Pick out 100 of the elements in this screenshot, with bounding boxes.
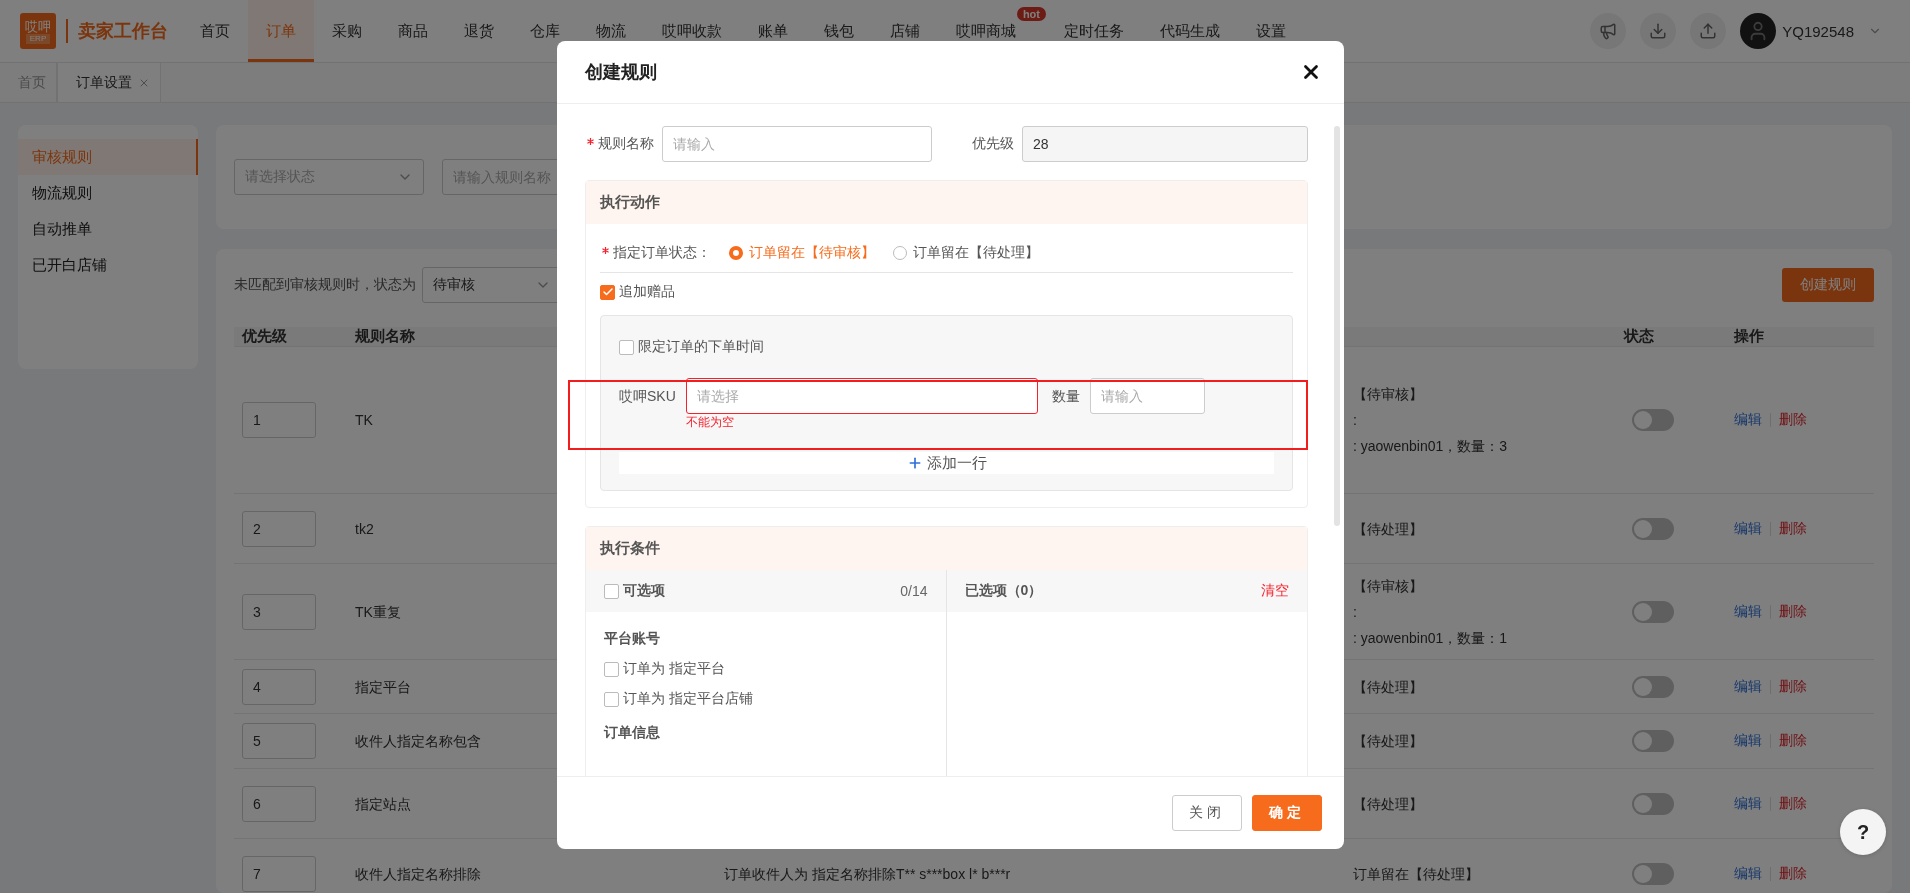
radio-option[interactable]: 订单留在【待处理】 <box>893 244 1039 262</box>
rule-name-field[interactable]: 请输入 <box>662 126 932 162</box>
table-cell-text: TK <box>355 411 373 430</box>
quantity-field[interactable]: 请输入 <box>1089 378 1205 414</box>
option-count: 0/14 <box>900 583 928 599</box>
delete-link[interactable]: 删除 <box>1779 411 1807 429</box>
priority-field[interactable]: 3 <box>242 593 316 630</box>
checkbox[interactable] <box>600 284 615 300</box>
priority-field[interactable]: 2 <box>242 510 316 547</box>
checkbox-label: 订单为 指定平台 <box>623 660 725 678</box>
delete-link[interactable]: 删除 <box>1779 794 1807 813</box>
delete-link[interactable]: 删除 <box>1779 865 1807 883</box>
toggle-switch[interactable] <box>1632 409 1674 431</box>
clear-link[interactable]: 清空 <box>1261 582 1289 600</box>
default-status-label: 未匹配到审核规则时，状态为 <box>234 276 416 294</box>
add-row-button[interactable]: 添加一行 <box>619 452 1274 474</box>
field-label: 数量 <box>1051 387 1080 406</box>
table-cell-text: 收件人指定名称排除 <box>355 865 481 884</box>
sku-select[interactable]: 请选择 <box>685 378 1038 414</box>
sidebar-item[interactable]: 物流规则 <box>18 175 198 211</box>
edit-link[interactable]: 编辑 <box>1734 677 1762 696</box>
hot-badge: hot <box>1016 7 1046 21</box>
sidebar-item[interactable]: 已开白店铺 <box>18 247 198 283</box>
checkbox[interactable] <box>604 661 619 677</box>
toggle-switch[interactable] <box>1632 675 1674 698</box>
nav-item[interactable]: 商品 <box>380 0 446 62</box>
checkbox[interactable] <box>619 339 634 355</box>
toggle-switch[interactable] <box>1632 517 1674 540</box>
column-header: 优先级 <box>240 327 288 346</box>
edit-link[interactable]: 编辑 <box>1734 411 1762 429</box>
nav-item[interactable]: 退货 <box>446 0 512 62</box>
edit-link[interactable]: 编辑 <box>1734 794 1762 813</box>
pane-title: 可选项 <box>623 582 665 600</box>
app-name: 卖家工作台 <box>78 20 168 43</box>
toggle-switch[interactable] <box>1632 600 1674 623</box>
toggle-switch[interactable] <box>1632 863 1674 885</box>
table-cell-text: 【待审核】 <box>1353 385 1423 404</box>
delete-link[interactable]: 删除 <box>1779 677 1807 696</box>
checkbox-label: 限定订单的下单时间 <box>638 338 764 356</box>
table-cell-text: 收件人指定名称包含 <box>355 732 481 751</box>
section-title: 执行条件 <box>600 539 660 558</box>
close-button[interactable]: 关闭 <box>1172 795 1242 831</box>
group-title: 订单信息 <box>604 724 661 742</box>
table-cell-text: 【待处理】 <box>1353 677 1423 697</box>
page-tab[interactable]: 订单设置 <box>57 63 161 102</box>
table-cell-text: 指定平台 <box>355 677 411 697</box>
table-cell-text: 【待处理】 <box>1353 732 1423 751</box>
nav-item[interactable]: 首页 <box>182 0 248 62</box>
table-cell-text: 【待处理】 <box>1353 794 1423 814</box>
table-cell-text: TK重复 <box>355 602 401 622</box>
priority-field[interactable]: 5 <box>242 723 316 759</box>
checkbox[interactable] <box>604 691 619 707</box>
sidebar-item[interactable]: 自动推单 <box>18 211 198 247</box>
checkbox-label: 订单为 指定平台店铺 <box>623 690 753 708</box>
group-title: 平台账号 <box>604 630 661 648</box>
toggle-switch[interactable] <box>1632 792 1674 815</box>
edit-link[interactable]: 编辑 <box>1734 602 1762 621</box>
table-cell-text: : <box>1353 602 1357 622</box>
table-cell-text: 【待处理】 <box>1353 519 1423 539</box>
edit-link[interactable]: 编辑 <box>1734 732 1762 750</box>
column-header: 操作 <box>1733 327 1765 346</box>
radio-option[interactable]: 订单留在【待审核】 <box>729 244 875 262</box>
delete-link[interactable]: 删除 <box>1779 602 1807 621</box>
scrollbar-thumb[interactable] <box>1334 126 1340 526</box>
column-header: 状态 <box>1622 327 1655 346</box>
table-cell-text: 【待审核】 <box>1353 576 1423 596</box>
field-label: 哎呷SKU <box>619 387 676 406</box>
priority-field[interactable]: 7 <box>242 856 316 892</box>
table-cell-text: : yaowenbin01，数量：1 <box>1353 628 1508 648</box>
delete-link[interactable]: 删除 <box>1779 732 1807 750</box>
checkbox[interactable] <box>604 583 619 599</box>
priority-field: 28 <box>1022 126 1308 162</box>
field-label: 规则名称 <box>598 135 654 153</box>
toggle-switch[interactable] <box>1632 730 1674 752</box>
field-label: 优先级 <box>972 135 1014 153</box>
download-icon[interactable] <box>1640 13 1677 49</box>
nav-item[interactable]: 哎呷商城 hot <box>938 0 1046 62</box>
table-cell-text: 订单收件人为 指定名称排除T** s***box l* b***r <box>724 865 1011 884</box>
nav-item[interactable]: 采购 <box>314 0 380 62</box>
edit-link[interactable]: 编辑 <box>1734 865 1762 883</box>
field-label: 指定订单状态： <box>613 244 711 262</box>
pane-title: 已选项（0） <box>964 582 1043 600</box>
checkbox-label: 追加赠品 <box>619 283 675 301</box>
table-cell-text: : <box>1353 411 1357 430</box>
table-cell-text: 订单留在【待处理】 <box>1353 865 1479 884</box>
logo: 哎呷 ERP <box>20 13 56 49</box>
edit-link[interactable]: 编辑 <box>1734 519 1762 538</box>
error-message: 不能为空 <box>685 414 735 430</box>
table-cell-text: tk2 <box>355 519 374 539</box>
delete-link[interactable]: 删除 <box>1779 519 1807 538</box>
avatar[interactable] <box>1740 13 1777 49</box>
create-rule-button[interactable]: 创建规则 <box>1782 268 1874 302</box>
priority-field[interactable]: 1 <box>242 402 316 438</box>
upload-icon[interactable] <box>1690 13 1727 49</box>
priority-field[interactable]: 6 <box>242 785 316 822</box>
table-cell-text: 指定站点 <box>355 794 411 814</box>
user-name[interactable]: YQ192548 <box>1782 22 1854 40</box>
megaphone-icon[interactable] <box>1590 13 1627 49</box>
confirm-button[interactable]: 确定 <box>1252 795 1322 831</box>
priority-field[interactable]: 4 <box>242 668 316 705</box>
